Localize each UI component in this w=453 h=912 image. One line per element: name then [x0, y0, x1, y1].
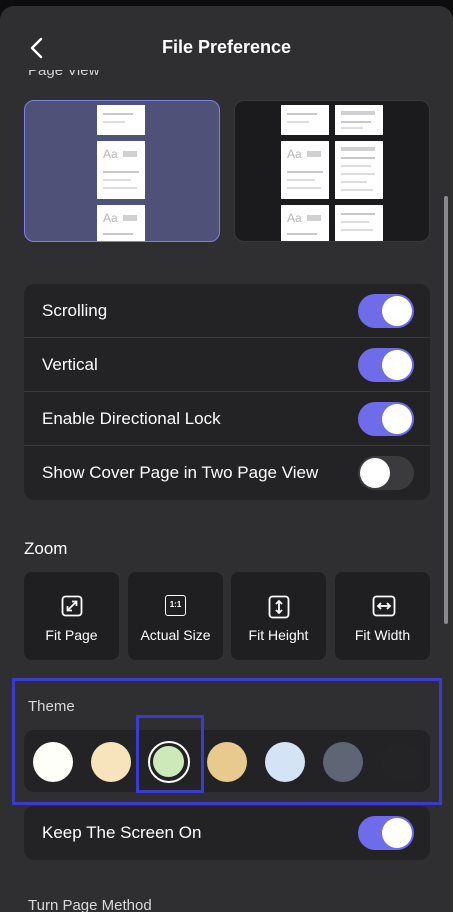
page-thumbnail [97, 105, 145, 135]
selected-swatch-highlight [136, 715, 204, 793]
scrollbar[interactable] [444, 196, 448, 624]
header: File Preference [0, 6, 453, 76]
fit-page-label: Fit Page [45, 627, 98, 643]
fit-width-label: Fit Width [354, 627, 411, 643]
keep-screen-on-row: Keep The Screen On [24, 806, 430, 860]
theme-highlight-frame [12, 678, 442, 805]
vertical-toggle[interactable] [358, 348, 414, 382]
zoom-section-label: Zoom [24, 539, 68, 558]
scrolling-toggle[interactable] [358, 294, 414, 328]
page-title: File Preference [161, 37, 292, 57]
page-thumbnail: Aa [281, 205, 329, 241]
scrolling-label: Scrolling [42, 301, 108, 320]
directional-lock-label: Enable Directional Lock [42, 409, 221, 428]
page-thumbnail: Aa [97, 141, 145, 199]
page-thumbnail: Aa [281, 141, 329, 199]
fit-page-button[interactable]: Fit Page [24, 572, 119, 660]
actual-size-label: Actual Size [140, 627, 211, 643]
page-thumbnail [335, 141, 383, 199]
turn-page-method-label: Turn Page Method [28, 897, 152, 912]
directional-lock-row: Enable Directional Lock [24, 392, 430, 446]
page-thumbnail: Aa [97, 205, 145, 241]
fit-page-icon [61, 595, 83, 617]
keep-screen-on-toggle[interactable] [358, 816, 414, 850]
page-thumbnail [335, 105, 383, 135]
page-view-single-option[interactable]: Aa Aa [24, 100, 220, 242]
fit-height-button[interactable]: Fit Height [231, 572, 326, 660]
view-settings-group: Scrolling Vertical Enable Directional Lo… [24, 284, 430, 500]
fit-width-button[interactable]: Fit Width [335, 572, 430, 660]
section-label-page-view: Page View [28, 70, 100, 79]
fit-height-icon [268, 595, 290, 619]
scrolling-row: Scrolling [24, 284, 430, 338]
preference-sheet: File Preference Page View Aa Aa Aa Aa Sc… [0, 6, 453, 912]
fit-height-label: Fit Height [248, 627, 309, 643]
cover-page-toggle[interactable] [358, 456, 414, 490]
actual-size-icon: 1:1 [165, 595, 186, 616]
vertical-label: Vertical [42, 355, 98, 374]
page-view-two-page-option[interactable]: Aa Aa [234, 100, 430, 242]
directional-lock-toggle[interactable] [358, 402, 414, 436]
keep-screen-on-label: Keep The Screen On [42, 823, 202, 842]
cover-page-row: Show Cover Page in Two Page View [24, 446, 430, 500]
vertical-row: Vertical [24, 338, 430, 392]
page-thumbnail [335, 205, 383, 241]
actual-size-button[interactable]: 1:1 Actual Size [128, 572, 223, 660]
cover-page-label: Show Cover Page in Two Page View [42, 463, 319, 482]
fit-width-icon [372, 595, 396, 617]
page-thumbnail [281, 105, 329, 135]
